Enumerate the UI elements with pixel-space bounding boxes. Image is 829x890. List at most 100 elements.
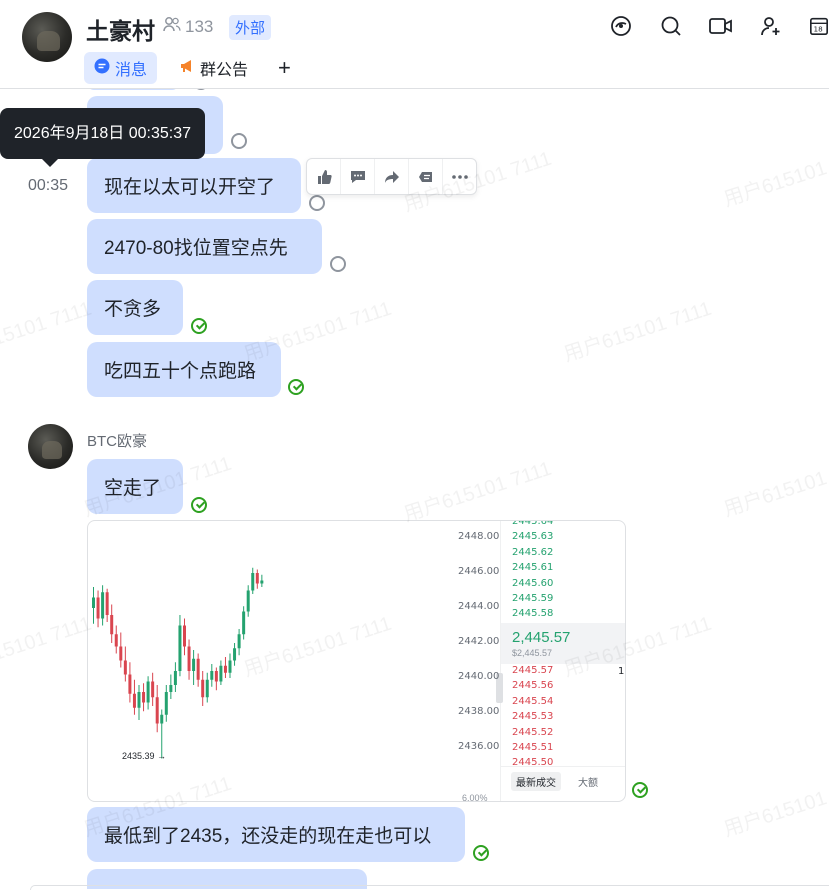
- bottom-cut-label: 6.00%: [462, 793, 488, 802]
- candle: [169, 685, 173, 692]
- candle: [123, 660, 127, 675]
- message-bubble[interactable]: 空走了: [87, 459, 183, 514]
- read-receipt: [231, 133, 247, 149]
- read-receipt-read: [473, 845, 489, 861]
- candle: [233, 648, 237, 661]
- group-avatar[interactable]: [22, 12, 72, 62]
- message-text: 空走了: [104, 478, 162, 499]
- member-count[interactable]: 133: [163, 16, 213, 37]
- read-receipt-read: [288, 379, 304, 395]
- group-name[interactable]: 土豪村: [86, 12, 155, 46]
- candle: [214, 671, 218, 682]
- candle: [160, 714, 164, 724]
- chat-icon: [94, 58, 110, 79]
- message-action-bar: [306, 158, 477, 195]
- orderbook-ask-price: 2445.51: [512, 742, 554, 753]
- sender-name[interactable]: BTC欧豪: [87, 430, 147, 451]
- reply-icon[interactable]: [341, 159, 375, 194]
- message-text: 最低到了2435，还没走的现在走也可以: [104, 826, 432, 847]
- candle: [105, 592, 109, 615]
- thumbs-up-icon[interactable]: [307, 159, 341, 194]
- orderbook-bid-price: 2445.59: [512, 593, 554, 604]
- add-member-icon[interactable]: [759, 14, 783, 38]
- candle: [201, 679, 205, 698]
- tab-latest-trades: 最新成交: [511, 772, 561, 791]
- message-bubble[interactable]: 2470-80找位置空点先: [87, 219, 322, 274]
- candle: [255, 573, 259, 584]
- sender-avatar[interactable]: [28, 424, 73, 469]
- candle: [101, 592, 105, 619]
- candle: [151, 681, 155, 698]
- candle: [223, 665, 227, 673]
- orderbook-ask-price: 2445.50: [512, 757, 554, 769]
- candle: [146, 681, 150, 703]
- message-composer[interactable]: [30, 885, 829, 890]
- orderbook-bid-price: 2445.61: [512, 562, 554, 574]
- tab-messages[interactable]: 消息: [84, 52, 158, 84]
- candle: [119, 646, 123, 661]
- orderbook-bid-price: 2445.62: [512, 546, 554, 558]
- message-text: 吃四五十个点跑路: [104, 361, 257, 382]
- tab-announcements-label: 群公告: [200, 62, 249, 79]
- orderbook-bid-price: 2445.60: [512, 577, 554, 589]
- candle: [192, 658, 196, 671]
- tab-announcements[interactable]: 群公告: [169, 52, 258, 84]
- candle: [132, 693, 136, 708]
- forward-icon[interactable]: [375, 159, 409, 194]
- timestamp-tooltip: 2026年9月18日 00:35:37: [0, 108, 206, 167]
- candle: [155, 697, 159, 724]
- message-text: 现在以太可以开空了: [104, 177, 276, 198]
- more-icon[interactable]: [443, 159, 476, 194]
- candle: [237, 634, 241, 649]
- member-count-value: 133: [185, 16, 214, 36]
- message-bubble[interactable]: 最低到了2435，还没走的现在走也可以: [87, 807, 465, 862]
- orderbook-bid-price: 2445.64: [512, 520, 554, 527]
- candle: [110, 615, 114, 635]
- candle: [246, 590, 250, 612]
- min-annotation: 2435.39 →: [122, 751, 167, 761]
- price-axis-tick: 2446.00: [458, 566, 500, 577]
- candle: [137, 692, 141, 708]
- candle: [114, 634, 118, 647]
- candle: [228, 660, 232, 673]
- quote-reply-icon[interactable]: [409, 159, 443, 194]
- candle: [178, 625, 182, 671]
- candle: [242, 611, 246, 635]
- chat-tabs: 消息 群公告 +: [84, 52, 299, 84]
- message-bubble[interactable]: 不贪多: [87, 280, 183, 335]
- header-toolbar: 18: [609, 14, 829, 38]
- read-receipt: [330, 256, 346, 272]
- chart-image-message[interactable]: 2448.00 2446.00 2444.00 2442.00 2440.00 2438.…: [87, 520, 626, 802]
- candle: [205, 679, 209, 698]
- add-tab-button[interactable]: +: [270, 55, 299, 81]
- external-badge: 外部: [229, 15, 272, 40]
- candle: [183, 625, 186, 647]
- message-list[interactable]: 2026年9月18日 00:35:37 00:35 现在以太可以开空了 2470…: [0, 88, 829, 889]
- candle: [164, 692, 168, 715]
- orderbook-ask-price: 2445.57: [512, 665, 554, 676]
- message-text: 2470-80找位置空点先: [104, 238, 288, 259]
- candle: [142, 692, 146, 703]
- tab-messages-label: 消息: [115, 62, 148, 79]
- orderbook-bid-price: 2445.63: [512, 531, 554, 543]
- price-axis-tick: 2444.00: [458, 601, 500, 612]
- search-icon[interactable]: [659, 14, 683, 38]
- orderbook-ask-price: 2445.56: [512, 680, 554, 692]
- calendar-icon[interactable]: 18: [809, 14, 829, 38]
- read-receipt-read: [632, 782, 648, 798]
- orderbook-ask-price: 2445.54: [512, 695, 554, 707]
- topic-icon[interactable]: [609, 14, 633, 38]
- svg-text:18: 18: [814, 24, 824, 33]
- price-axis-tick: 2440.00: [458, 671, 500, 682]
- message-bubble[interactable]: 吃四五十个点跑路: [87, 342, 281, 397]
- last-price-usd: $2,445.57: [512, 648, 553, 658]
- price-axis-tick: 2442.00: [458, 636, 500, 647]
- candle: [96, 597, 100, 619]
- megaphone-icon: [179, 58, 195, 79]
- read-receipt-read: [191, 497, 207, 513]
- candle: [128, 674, 132, 694]
- video-call-icon[interactable]: [709, 14, 733, 38]
- candle: [219, 665, 223, 682]
- message-bubble[interactable]: 现在以太可以开空了: [87, 158, 301, 213]
- message-text: 不贪多: [104, 299, 162, 320]
